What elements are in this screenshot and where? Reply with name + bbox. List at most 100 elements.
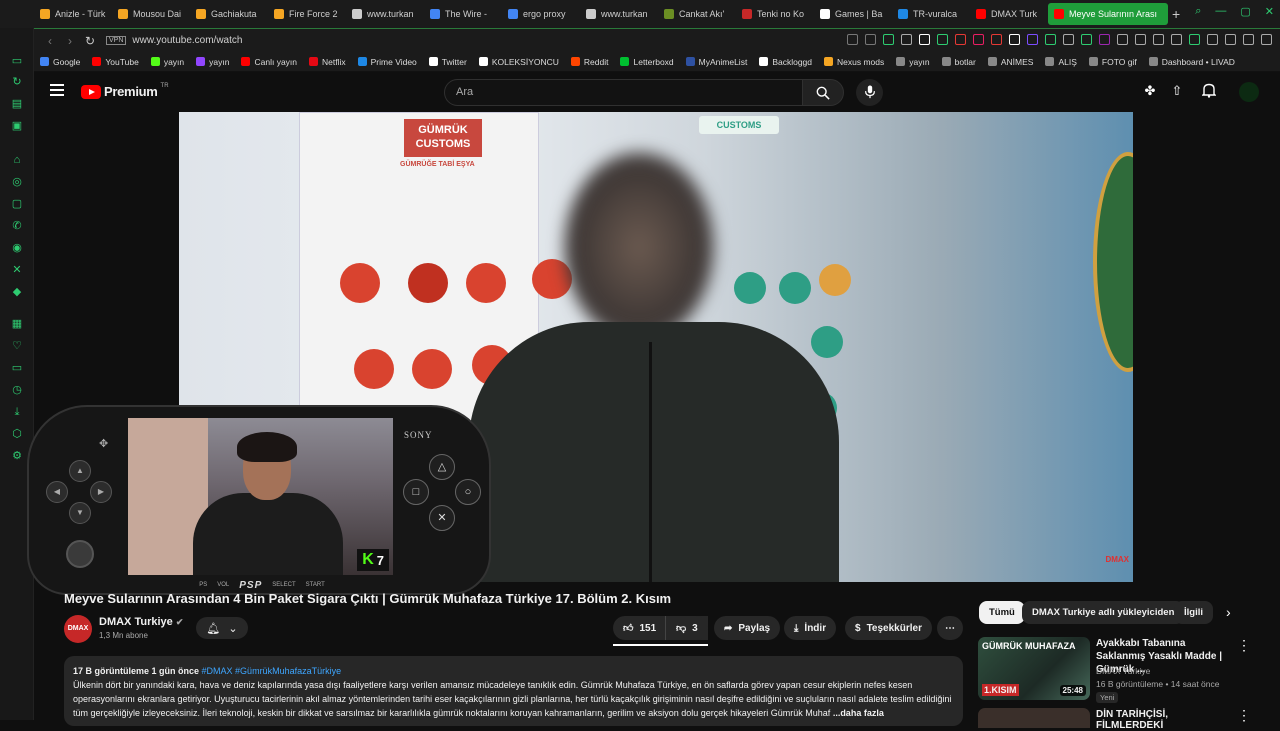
bookmark-item[interactable]: Dashboard • LIVAD xyxy=(1148,57,1235,67)
subscription-bell-button[interactable]: 🔔︎ ⌄ xyxy=(196,617,248,639)
browser-tab[interactable]: Cankat Akı' xyxy=(658,3,736,25)
bookmark-item[interactable]: Nexus mods xyxy=(824,57,884,67)
extension-icon[interactable] xyxy=(1063,34,1074,45)
download-button[interactable]: ⤓ İndir xyxy=(784,616,837,640)
browser-tab[interactable]: www.turkan xyxy=(346,3,424,25)
bookmark-item[interactable]: Canlı yayın xyxy=(241,57,297,67)
extension-icon[interactable] xyxy=(1117,34,1128,45)
extension-icon[interactable] xyxy=(1171,34,1182,45)
more-actions-button[interactable]: ⋯ xyxy=(937,616,963,640)
youtube-logo[interactable]: Premium TR xyxy=(81,83,169,99)
new-tab-button[interactable]: + xyxy=(1172,6,1180,22)
share-button[interactable]: ➦ Paylaş xyxy=(714,616,781,640)
sidebar-app-icon[interactable]: ◉ xyxy=(11,242,23,254)
browser-tab[interactable]: ergo proxy xyxy=(502,3,580,25)
avatar[interactable] xyxy=(1239,82,1259,102)
more-options-icon[interactable]: ⋮ xyxy=(1237,707,1251,724)
browser-tab[interactable]: Mousou Dai xyxy=(112,3,190,25)
extension-icon[interactable] xyxy=(901,34,912,45)
sidebar-app-icon[interactable]: ▭ xyxy=(11,362,23,374)
extension-icon[interactable] xyxy=(1207,34,1218,45)
channel-avatar[interactable]: DMAX xyxy=(64,615,92,643)
bookmark-item[interactable]: Netflix xyxy=(309,57,346,67)
extension-icon[interactable] xyxy=(1135,34,1146,45)
bookmark-item[interactable]: Prime Video xyxy=(357,57,417,67)
description-box[interactable]: 17 B görüntüleme 1 gün önce #DMAX #Gümrü… xyxy=(64,656,963,726)
extension-icon[interactable] xyxy=(919,34,930,45)
bookmark-item[interactable]: ANİMES xyxy=(987,57,1033,67)
channel-name[interactable]: DMAX Turkiye ✔ xyxy=(99,616,183,628)
back-icon[interactable]: ‹ xyxy=(40,34,60,48)
recommendation-thumbnail[interactable] xyxy=(978,708,1090,728)
sidebar-app-icon[interactable]: ◆ xyxy=(11,286,23,298)
search-button[interactable] xyxy=(802,79,844,106)
extension-icon[interactable] xyxy=(1009,34,1020,45)
search-tabs-icon[interactable]: ⌕ xyxy=(1195,5,1201,18)
url-field[interactable]: www.youtube.com/watch xyxy=(132,35,242,46)
sidebar-app-icon[interactable]: ⌂ xyxy=(11,154,23,166)
bookmark-item[interactable]: Letterboxd xyxy=(620,57,674,67)
sidebar-app-icon[interactable]: ▦ xyxy=(11,318,23,330)
thanks-button[interactable]: $ Teşekkürler xyxy=(845,616,932,640)
more-options-icon[interactable]: ⋮ xyxy=(1237,637,1251,654)
recommendation-title[interactable]: DİN TARİHÇİSİ, FİLMLERDEKİ xyxy=(1096,709,1236,731)
bookmark-item[interactable]: Google xyxy=(40,57,80,67)
extension-icon[interactable] xyxy=(955,34,966,45)
browser-tab[interactable]: TR-vuralca xyxy=(892,3,970,25)
sidebar-app-icon[interactable]: ✆ xyxy=(11,220,23,232)
browser-tab[interactable]: The Wire - xyxy=(424,3,502,25)
extension-icon[interactable] xyxy=(1189,34,1200,45)
extension-icon[interactable] xyxy=(1153,34,1164,45)
sidebar-app-icon[interactable]: ▣ xyxy=(11,120,23,132)
bookmark-item[interactable]: KOLEKSİYONCU xyxy=(478,57,559,67)
upload-icon[interactable]: ⇧ xyxy=(1168,83,1186,101)
sidebar-app-icon[interactable]: ◎ xyxy=(11,176,23,188)
browser-tab[interactable]: Games | Ba xyxy=(814,3,892,25)
close-icon[interactable]: ✕ xyxy=(1265,5,1274,18)
voice-search-button[interactable] xyxy=(856,79,883,106)
maximize-icon[interactable]: ▢ xyxy=(1240,5,1250,18)
hashtags[interactable]: #DMAX #GümrükMuhafazaTürkiye xyxy=(202,666,342,676)
extension-icon[interactable] xyxy=(1225,34,1236,45)
bookmark-item[interactable]: yayın xyxy=(150,57,184,67)
browser-tab[interactable]: Meyve Sularının Arası xyxy=(1048,3,1168,25)
dislike-button[interactable]: 👎︎ 3 xyxy=(665,616,708,640)
extension-icon[interactable] xyxy=(1027,34,1038,45)
extension-icon[interactable] xyxy=(973,34,984,45)
sidebar-app-icon[interactable]: ◷ xyxy=(11,384,23,396)
browser-tab[interactable]: Anizle - Türk xyxy=(34,3,112,25)
show-more-link[interactable]: ...daha fazla xyxy=(833,708,884,718)
vpn-badge[interactable]: VPN xyxy=(106,36,127,45)
chip-all[interactable]: Tümü xyxy=(979,601,1025,624)
sidebar-app-icon[interactable]: ↻ xyxy=(11,76,23,88)
extension-icon[interactable] xyxy=(1081,34,1092,45)
extension-icon[interactable] xyxy=(937,34,948,45)
extension-icon[interactable] xyxy=(1099,34,1110,45)
sidebar-app-icon[interactable]: ▢ xyxy=(11,198,23,210)
forward-icon[interactable]: › xyxy=(60,34,80,48)
sidebar-app-icon[interactable]: ♡ xyxy=(11,340,23,352)
bookmark-item[interactable]: botlar xyxy=(941,57,976,67)
recommendation-thumbnail[interactable]: GÜMRÜK MUHAFAZA 1.KISIM 25:48 xyxy=(978,637,1090,700)
extension-icon[interactable] xyxy=(1243,34,1254,45)
browser-tab[interactable]: DMAX Turk xyxy=(970,3,1048,25)
extension-icon[interactable]: ✤ xyxy=(1141,83,1159,101)
menu-icon[interactable] xyxy=(50,84,64,96)
extension-icon[interactable] xyxy=(1045,34,1056,45)
chip-from-uploader[interactable]: DMAX Turkiye adlı yükleyiciden xyxy=(1022,601,1185,624)
reload-icon[interactable]: ↻ xyxy=(80,34,100,48)
sidebar-app-icon[interactable]: ⤓ xyxy=(11,406,23,418)
bookmark-item[interactable]: ALIŞ xyxy=(1045,57,1077,67)
notifications-icon[interactable] xyxy=(1200,83,1218,101)
minimize-icon[interactable]: — xyxy=(1215,5,1226,18)
bookmark-item[interactable]: yayın xyxy=(896,57,930,67)
extension-icon[interactable] xyxy=(865,34,876,45)
sidebar-app-icon[interactable]: ⬡ xyxy=(11,428,23,440)
bookmark-item[interactable]: FOTO gif xyxy=(1088,57,1137,67)
sidebar-app-icon[interactable]: ⚙ xyxy=(11,450,23,462)
sidebar-app-icon[interactable]: ▤ xyxy=(11,98,23,110)
bookmark-item[interactable]: MyAnimeList xyxy=(685,57,747,67)
extension-icon[interactable] xyxy=(847,34,858,45)
bookmark-item[interactable]: Reddit xyxy=(570,57,608,67)
bookmark-item[interactable]: Backloggd xyxy=(759,57,812,67)
